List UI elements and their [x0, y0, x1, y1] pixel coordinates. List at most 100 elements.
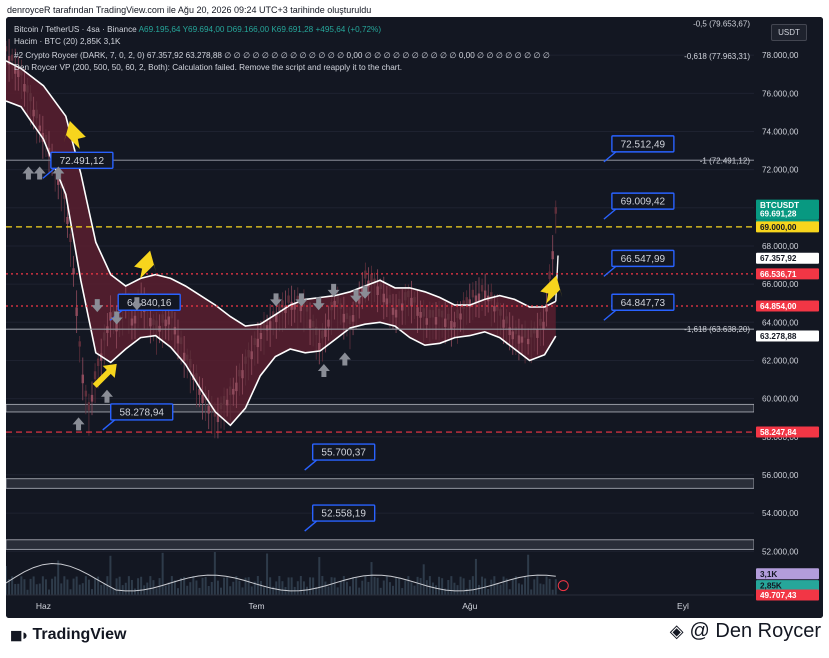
legend-symbol-row[interactable]: Bitcoin / TetherUS · 4sa · Binance A69.1…	[14, 25, 381, 34]
currency-button[interactable]: USDT	[771, 24, 807, 41]
volume-bar	[496, 583, 499, 595]
candle-body	[225, 399, 229, 406]
volume-bar	[358, 587, 361, 595]
candle-body	[551, 251, 554, 260]
volume-bar	[281, 581, 284, 595]
volume-bar	[441, 578, 444, 595]
volume-bar	[238, 580, 241, 595]
volume-bar	[250, 586, 253, 595]
candle-body	[505, 316, 508, 324]
volume-bar	[367, 581, 370, 595]
price-tag-label: 63.278,88	[760, 332, 797, 341]
volume-bar	[247, 577, 250, 595]
volume-bar	[47, 589, 50, 595]
candle-body	[379, 283, 382, 290]
volume-bar	[536, 576, 539, 595]
volume-bar	[450, 576, 453, 595]
volume-bar	[422, 564, 425, 595]
volume-bar	[379, 587, 382, 595]
candle-body	[219, 402, 223, 410]
candle-body	[554, 207, 557, 214]
legend-volume[interactable]: Hacim · BTC (20) 2,85K 3,1K	[14, 37, 120, 46]
candle-body	[268, 321, 272, 330]
candle-body	[502, 319, 505, 328]
volume-bar	[339, 580, 342, 595]
candle-body	[342, 313, 346, 323]
volume-bar	[124, 582, 127, 595]
candle-body	[96, 358, 100, 366]
candle-body	[447, 313, 450, 320]
candle-body	[305, 306, 309, 312]
candle-body	[508, 327, 511, 336]
candle-body	[133, 315, 137, 324]
volume-bar	[38, 583, 41, 595]
candle-body	[431, 310, 435, 318]
time-tick-label: Haz	[36, 601, 51, 611]
volume-bar	[551, 589, 554, 595]
volume-bar	[204, 577, 207, 595]
volume-bar	[490, 579, 493, 595]
candle-body	[69, 233, 72, 243]
price-chart[interactable]: -0,5 (79.653,67) -0,618 (77.963,31) -1 (72…	[6, 17, 823, 618]
volume-bar	[57, 560, 60, 595]
candle-body	[229, 386, 232, 396]
volume-bar	[364, 576, 367, 595]
price-tag-label: 67.357,92	[760, 254, 797, 263]
legend-indicator-1[interactable]: #2 Crypto Roycer (DARK, 7, 0, 2, 0) 67.3…	[14, 50, 550, 60]
volume-bar	[413, 585, 416, 595]
volume-bar	[548, 578, 551, 595]
volume-bar	[207, 585, 210, 595]
candle-body	[416, 307, 419, 316]
volume-bar	[533, 579, 536, 595]
volume-bar	[554, 579, 557, 595]
volume-bar	[226, 577, 229, 595]
price-tick-label: 78.000,00	[762, 51, 799, 60]
price-tick-label: 52.000,00	[762, 547, 799, 556]
volume-bar	[219, 587, 222, 595]
candle-body	[434, 317, 438, 325]
volume-bar	[336, 587, 339, 595]
candle-body	[318, 342, 321, 351]
candle-body	[511, 331, 514, 340]
chart-panel[interactable]: -0,5 (79.653,67) -0,618 (77.963,31) -1 (72…	[6, 17, 823, 618]
time-tick-label: Ağu	[462, 601, 477, 611]
volume-bar	[72, 578, 75, 595]
candle-body	[23, 83, 26, 92]
candle-body	[167, 316, 170, 325]
candle-body	[321, 330, 324, 339]
legend-indicator-2[interactable]: Den Roycer VP (200, 500, 50, 60, 2, Both…	[14, 63, 402, 72]
volume-bar	[287, 577, 290, 595]
volume-bar	[545, 576, 548, 595]
volume-bar	[198, 587, 201, 595]
volume-bar	[327, 586, 330, 595]
volume-bar	[140, 576, 143, 595]
candle-body	[222, 396, 226, 405]
candle-body	[410, 297, 413, 307]
volume-bar	[210, 581, 213, 595]
volume-bar	[524, 576, 527, 595]
legend-symbol[interactable]: Bitcoin / TetherUS · 4sa · Binance	[14, 25, 137, 34]
candle-body	[382, 293, 385, 303]
volume-bar	[428, 576, 431, 595]
candle-body	[336, 295, 339, 304]
volume-bar	[539, 583, 542, 595]
volume-bar	[305, 586, 308, 595]
candle-body	[130, 318, 134, 326]
candle-body	[480, 285, 484, 292]
candle-body	[161, 314, 164, 323]
volume-bar	[115, 578, 118, 595]
volume-bar	[376, 577, 379, 595]
candle-body	[440, 310, 444, 318]
candle-body	[404, 292, 407, 301]
price-tag-label: 69.000,00	[760, 223, 797, 232]
volume-bar	[94, 578, 97, 595]
candle-body	[32, 109, 35, 117]
support-zone	[6, 539, 755, 550]
volume-bar	[438, 576, 441, 595]
signature-text: @ Den Roycer	[689, 620, 821, 642]
price-tag-label: 66.536,71	[760, 270, 797, 279]
time-tick-label: Tem	[249, 601, 265, 611]
candle-body	[499, 309, 502, 316]
volume-bar	[201, 577, 204, 595]
candle-body	[391, 307, 395, 315]
